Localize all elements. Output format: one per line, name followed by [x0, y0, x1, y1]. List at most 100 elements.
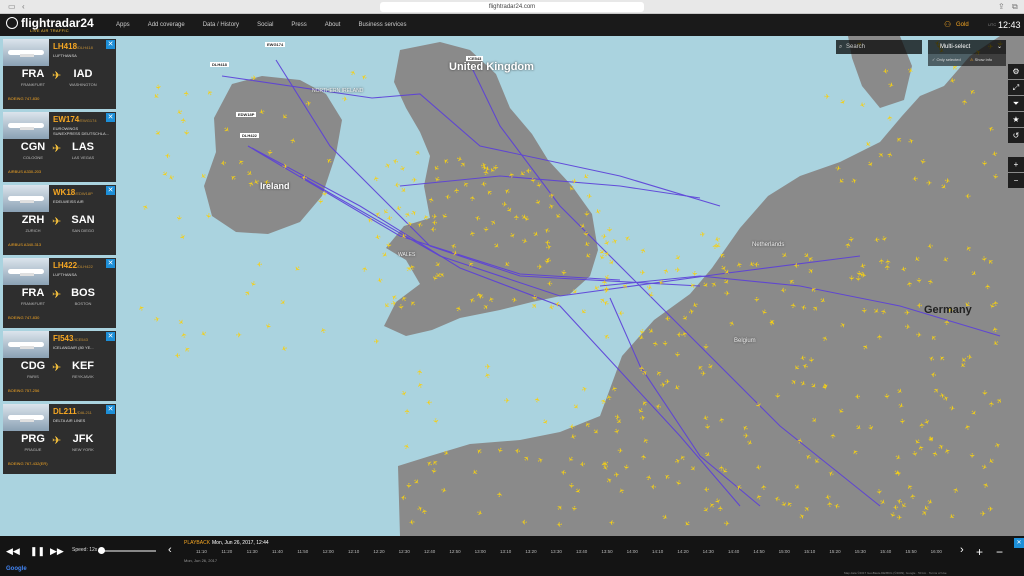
timeline-zoom-in-button[interactable]: + [976, 545, 983, 559]
close-icon[interactable]: ✕ [106, 405, 115, 414]
back-icon[interactable]: ‹ [22, 2, 25, 12]
show-info-option[interactable]: Show info [975, 57, 993, 62]
aircraft-icon[interactable]: ✈ [926, 180, 932, 188]
aircraft-icon[interactable]: ✈ [174, 351, 181, 359]
share-icon[interactable]: ⇪ [998, 2, 1005, 12]
aircraft-icon[interactable]: ✈ [431, 418, 440, 425]
aircraft-icon[interactable]: ✈ [943, 319, 952, 326]
aircraft-icon[interactable]: ✈ [911, 174, 918, 183]
flight-card[interactable]: FI543/ICE543 ICELANDAIR (80 YE... ✕ CDG ✈ KEF… [3, 331, 116, 401]
timeline-tick[interactable]: 13:40 [576, 549, 587, 554]
pause-icon[interactable]: ❚❚ [30, 546, 45, 557]
timeline-tick[interactable]: 14:40 [728, 549, 739, 554]
nav-about[interactable]: About [325, 14, 341, 36]
filter-icon[interactable]: ⏷ [1008, 96, 1024, 111]
timeline-tick[interactable]: 12:20 [373, 549, 384, 554]
aircraft-icon[interactable]: ✈ [773, 393, 781, 399]
aircraft-icon[interactable]: ✈ [521, 517, 527, 525]
aircraft-icon[interactable]: ✈ [701, 344, 709, 350]
aircraft-icon[interactable]: ✈ [718, 465, 726, 471]
timeline-tick[interactable]: 12:50 [449, 549, 460, 554]
timeline-tick[interactable]: 15:40 [880, 549, 891, 554]
aircraft-icon[interactable]: ✈ [724, 520, 731, 528]
aircraft-icon[interactable]: ✈ [220, 158, 227, 166]
timeline-tick[interactable]: 15:00 [779, 549, 790, 554]
aircraft-icon[interactable]: ✈ [661, 341, 669, 347]
aircraft-icon[interactable]: ✈ [537, 263, 544, 271]
timeline-tick[interactable]: 14:00 [627, 549, 638, 554]
flight-tag[interactable]: DLH418 [210, 62, 229, 67]
close-icon[interactable]: ✕ [106, 259, 115, 268]
aircraft-icon[interactable]: ✈ [601, 279, 610, 286]
timeline[interactable]: 11:10 11:20 11:30 11:40 11:50 12:00 12:10 12:20… [196, 549, 956, 557]
timeline-tick[interactable]: 13:30 [551, 549, 562, 554]
aircraft-icon[interactable]: ✈ [650, 482, 656, 490]
flight-card[interactable]: LH418/DLH418 LUFTHANSA ✕ FRA ✈ IAD FRANKFURT WA… [3, 39, 116, 109]
timeline-tick[interactable]: 11:40 [272, 549, 283, 554]
zoom-in-button[interactable]: + [1008, 157, 1024, 172]
aircraft-icon[interactable]: ✈ [586, 192, 593, 201]
aircraft-icon[interactable]: ✈ [618, 309, 624, 317]
aircraft-icon[interactable]: ✈ [826, 501, 834, 508]
aircraft-icon[interactable]: ✈ [341, 95, 348, 104]
timeline-tick[interactable]: 13:00 [475, 549, 486, 554]
aircraft-icon[interactable]: ✈ [426, 398, 433, 406]
account-badge[interactable]: Gold [956, 14, 969, 36]
aircraft-icon[interactable]: ✈ [898, 418, 906, 425]
aircraft-icon[interactable]: ✈ [567, 482, 576, 489]
aircraft-icon[interactable]: ✈ [847, 275, 855, 281]
close-icon[interactable]: ✕ [1014, 538, 1024, 548]
aircraft-icon[interactable]: ✈ [582, 211, 590, 217]
nav-business-services[interactable]: Business services [358, 14, 406, 36]
aircraft-icon[interactable]: ✈ [883, 264, 891, 271]
aircraft-icon[interactable]: ✈ [752, 296, 760, 302]
aircraft-icon[interactable]: ✈ [980, 160, 988, 167]
settings-icon[interactable]: ⚙ [1008, 64, 1024, 79]
aircraft-icon[interactable]: ✈ [793, 261, 799, 269]
forward-icon[interactable]: ▶▶ [50, 546, 64, 557]
aircraft-icon[interactable]: ✈ [638, 365, 647, 372]
user-icon[interactable]: ⚇ [944, 14, 951, 36]
aircraft-icon[interactable]: ✈ [703, 485, 710, 494]
timeline-tick[interactable]: 15:30 [855, 549, 866, 554]
aircraft-icon[interactable]: ✈ [236, 332, 242, 340]
flight-card[interactable]: DL211/DAL211 DELTA AIR LINES ✕ PRG ✈ JFK PRAGU… [3, 404, 116, 474]
aircraft-icon[interactable]: ✈ [481, 226, 489, 233]
timeline-tick[interactable]: 15:10 [804, 549, 815, 554]
aircraft-icon[interactable]: ✈ [674, 266, 681, 274]
aircraft-icon[interactable]: ✈ [915, 331, 922, 340]
close-icon[interactable]: ✕ [106, 40, 115, 49]
aircraft-icon[interactable]: ✈ [676, 330, 683, 338]
timeline-zoom-out-button[interactable]: − [996, 545, 1003, 559]
only-selected-option[interactable]: Only selected [936, 57, 960, 62]
aircraft-icon[interactable]: ✈ [988, 400, 996, 407]
aircraft-icon[interactable]: ✈ [530, 294, 539, 301]
timeline-tick[interactable]: 14:50 [753, 549, 764, 554]
aircraft-icon[interactable]: ✈ [873, 235, 880, 244]
timeline-prev-icon[interactable]: ‹ [168, 544, 172, 556]
search-input[interactable]: ⌕ Search [836, 40, 922, 54]
speed-slider-track[interactable] [98, 550, 156, 552]
timeline-tick[interactable]: 15:20 [829, 549, 840, 554]
aircraft-icon[interactable]: ✈ [876, 333, 884, 340]
aircraft-icon[interactable]: ✈ [569, 422, 575, 430]
star-icon[interactable]: ★ [1008, 112, 1024, 127]
map-attribution[interactable]: Map data ©2017 GeoBasis-DE/BKG (©2009), … [844, 571, 947, 575]
rewind-icon[interactable]: ◀◀ [6, 546, 20, 557]
aircraft-icon[interactable]: ✈ [860, 307, 868, 314]
nav-press[interactable]: Press [291, 14, 306, 36]
timeline-tick[interactable]: 12:10 [348, 549, 359, 554]
aircraft-icon[interactable]: ✈ [914, 277, 922, 283]
aircraft-icon[interactable]: ✈ [829, 432, 837, 439]
aircraft-icon[interactable]: ✈ [699, 230, 706, 239]
aircraft-icon[interactable]: ✈ [724, 290, 730, 298]
timeline-tick[interactable]: 14:10 [652, 549, 663, 554]
close-icon[interactable]: ✕ [106, 113, 115, 122]
aircraft-icon[interactable]: ✈ [411, 176, 417, 184]
aircraft-icon[interactable]: ✈ [608, 518, 615, 527]
aircraft-icon[interactable]: ✈ [504, 397, 510, 405]
aircraft-icon[interactable]: ✈ [717, 505, 725, 511]
tabs-icon[interactable]: ⧉ [1012, 2, 1018, 12]
aircraft-icon[interactable]: ✈ [480, 179, 487, 188]
aircraft-icon[interactable]: ✈ [396, 304, 404, 311]
